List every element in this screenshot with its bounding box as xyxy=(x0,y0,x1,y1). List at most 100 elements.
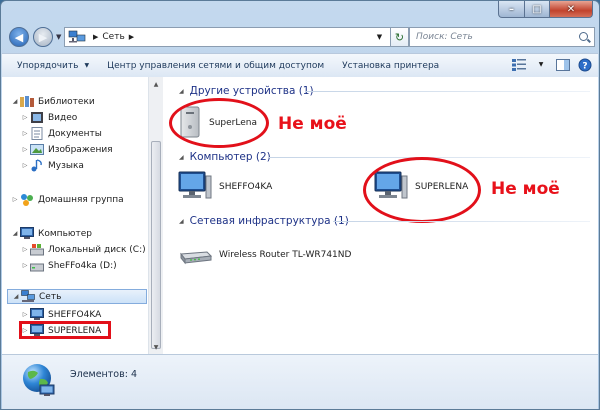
annotation-text: Не моё xyxy=(491,179,560,199)
router-icon xyxy=(177,242,213,269)
expand-arrow-icon[interactable]: ▷ xyxy=(20,311,30,318)
recent-pages-button[interactable]: ▼ xyxy=(56,33,61,41)
organize-label: Упорядочить xyxy=(17,60,79,71)
scrollbar-thumb[interactable] xyxy=(151,141,161,349)
address-history-dropdown[interactable]: ▼ xyxy=(369,27,391,47)
group-divider xyxy=(305,91,590,92)
network-globe-icon xyxy=(20,361,58,399)
network-center-label: Центр управления сетями и общим доступом xyxy=(107,60,325,71)
chevron-down-icon: ▼ xyxy=(538,61,544,68)
minimize-button[interactable]: – xyxy=(498,1,525,18)
highlight-rectangle xyxy=(19,321,111,339)
navigation-pane: ◢ Библиотеки ▷ Видео ▷ Документы ▷ Изобр… xyxy=(2,77,149,354)
tree-item-video[interactable]: ▷ Видео xyxy=(20,110,77,125)
refresh-button[interactable]: ↻ xyxy=(391,27,409,47)
address-bar[interactable]: ▶ Сеть ▶ xyxy=(64,27,386,47)
chevron-down-icon: ▼ xyxy=(56,33,62,41)
expand-arrow-icon[interactable]: ▷ xyxy=(10,196,20,203)
expand-arrow-icon[interactable]: ▷ xyxy=(20,130,30,137)
expand-arrow-icon[interactable]: ▷ xyxy=(20,246,30,253)
group-header-other-devices[interactable]: ◢ Другие устройства (1) xyxy=(179,84,314,98)
search-icon xyxy=(579,32,588,41)
group-header-computer[interactable]: ◢ Компьютер (2) xyxy=(179,150,271,164)
tree-item-pictures[interactable]: ▷ Изображения xyxy=(20,142,113,157)
collapse-arrow-icon[interactable]: ◢ xyxy=(179,154,184,161)
nav-pane-scrollbar[interactable]: ▲ ▼ xyxy=(148,77,163,354)
collapse-arrow-icon[interactable]: ◢ xyxy=(10,98,20,105)
add-printer-button[interactable]: Установка принтера xyxy=(333,55,448,76)
chevron-down-icon: ▼ xyxy=(376,33,383,41)
maximize-button[interactable]: □ xyxy=(525,1,550,18)
tree-item-label: Локальный диск (C:) xyxy=(48,244,146,255)
tree-item-label: Музыка xyxy=(48,160,84,171)
breadcrumb-root-chevron-icon[interactable]: ▶ xyxy=(93,33,98,41)
tree-item-drive-d[interactable]: ▷ SheFFo4ka (D:) xyxy=(20,258,117,273)
preview-pane-button[interactable] xyxy=(554,56,572,73)
tree-item-sheffo4ka[interactable]: ▷ SHEFFO4KA xyxy=(20,307,101,322)
breadcrumb-chevron-icon[interactable]: ▶ xyxy=(129,33,134,41)
router-tile[interactable]: Wireless Router TL-WR741ND xyxy=(177,235,351,275)
tree-item-documents[interactable]: ▷ Документы xyxy=(20,126,102,141)
command-bar: Упорядочить ▼ Центр управления сетями и … xyxy=(2,53,598,78)
tree-item-libraries[interactable]: ◢ Библиотеки xyxy=(10,94,95,109)
group-header-network-infrastructure[interactable]: ◢ Сетевая инфраструктура (1) xyxy=(179,214,349,228)
view-controls: ▼ ? xyxy=(510,56,594,73)
scroll-down-arrow-icon[interactable]: ▼ xyxy=(149,340,163,354)
group-title: Другие устройства (1) xyxy=(189,85,314,97)
collapse-arrow-icon[interactable]: ◢ xyxy=(11,293,21,300)
forward-button[interactable]: ▶ xyxy=(33,27,53,47)
video-library-icon xyxy=(30,111,44,124)
tree-item-network[interactable]: ◢ Сеть xyxy=(7,289,147,304)
tile-label: Wireless Router TL-WR741ND xyxy=(219,250,352,260)
group-title: Сетевая инфраструктура (1) xyxy=(189,215,349,227)
pictures-library-icon xyxy=(30,143,44,156)
close-button[interactable]: ✕ xyxy=(550,1,593,18)
computer-tile-sheffo4ka[interactable]: SHEFFO4KA xyxy=(177,167,272,207)
tree-item-label: Библиотеки xyxy=(38,96,95,107)
collapse-arrow-icon[interactable]: ◢ xyxy=(10,230,20,237)
view-options-dropdown[interactable]: ▼ xyxy=(532,56,550,73)
expand-arrow-icon[interactable]: ▷ xyxy=(20,162,30,169)
tree-item-label: Изображения xyxy=(48,144,113,155)
expand-arrow-icon[interactable]: ▷ xyxy=(20,262,30,269)
tile-label: SHEFFO4KA xyxy=(219,182,273,192)
collapse-arrow-icon[interactable]: ◢ xyxy=(179,88,184,95)
computer-icon xyxy=(177,170,213,205)
refresh-icon: ↻ xyxy=(394,30,405,44)
tree-item-label: Видео xyxy=(48,112,78,123)
help-button[interactable]: ? xyxy=(576,56,594,73)
tree-item-label: SHEFFO4KA xyxy=(48,309,102,320)
main-area: ◢ Библиотеки ▷ Видео ▷ Документы ▷ Изобр… xyxy=(2,77,598,354)
chevron-down-icon: ▼ xyxy=(84,62,90,69)
arrow-right-icon: ▶ xyxy=(38,30,48,44)
window-controls: – □ ✕ xyxy=(498,1,593,19)
view-icon xyxy=(512,58,526,71)
computer-icon xyxy=(30,308,44,321)
libraries-icon xyxy=(20,95,34,108)
preview-pane-icon xyxy=(556,58,570,71)
network-icon xyxy=(68,30,86,44)
back-button[interactable]: ◀ xyxy=(9,27,29,47)
drive-icon xyxy=(30,259,44,272)
tree-item-music[interactable]: ▷ Музыка xyxy=(20,158,84,173)
tree-item-drive-c[interactable]: ▷ Локальный диск (C:) xyxy=(20,242,146,257)
scroll-up-arrow-icon[interactable]: ▲ xyxy=(149,77,163,91)
homegroup-icon xyxy=(20,193,34,206)
change-view-button[interactable] xyxy=(510,56,528,73)
tree-item-label: Компьютер xyxy=(38,228,92,239)
help-icon: ? xyxy=(578,58,592,71)
navigation-bar: ◀ ▶ ▼ ▶ Сеть ▶ ▼ ↻ Поиск: Сеть xyxy=(7,26,595,50)
explorer-window: – □ ✕ ◀ ▶ ▼ ▶ Сеть ▶ ▼ ↻ Поиск: Сеть Упо… xyxy=(0,0,600,410)
expand-arrow-icon[interactable]: ▷ xyxy=(20,146,30,153)
network-center-button[interactable]: Центр управления сетями и общим доступом xyxy=(98,55,333,76)
tree-item-computer[interactable]: ◢ Компьютер xyxy=(10,226,92,241)
tree-item-homegroup[interactable]: ▷ Домашняя группа xyxy=(10,192,124,207)
organize-button[interactable]: Упорядочить ▼ xyxy=(8,55,98,76)
expand-arrow-icon[interactable]: ▷ xyxy=(20,114,30,121)
breadcrumb-network[interactable]: Сеть xyxy=(102,32,124,42)
content-pane: ◢ Другие устройства (1) SuperLena Не моё xyxy=(163,77,598,354)
search-input[interactable]: Поиск: Сеть xyxy=(409,27,595,47)
collapse-arrow-icon[interactable]: ◢ xyxy=(179,218,184,225)
arrow-left-icon: ◀ xyxy=(14,30,24,44)
tree-item-label: SheFFo4ka (D:) xyxy=(48,260,117,271)
